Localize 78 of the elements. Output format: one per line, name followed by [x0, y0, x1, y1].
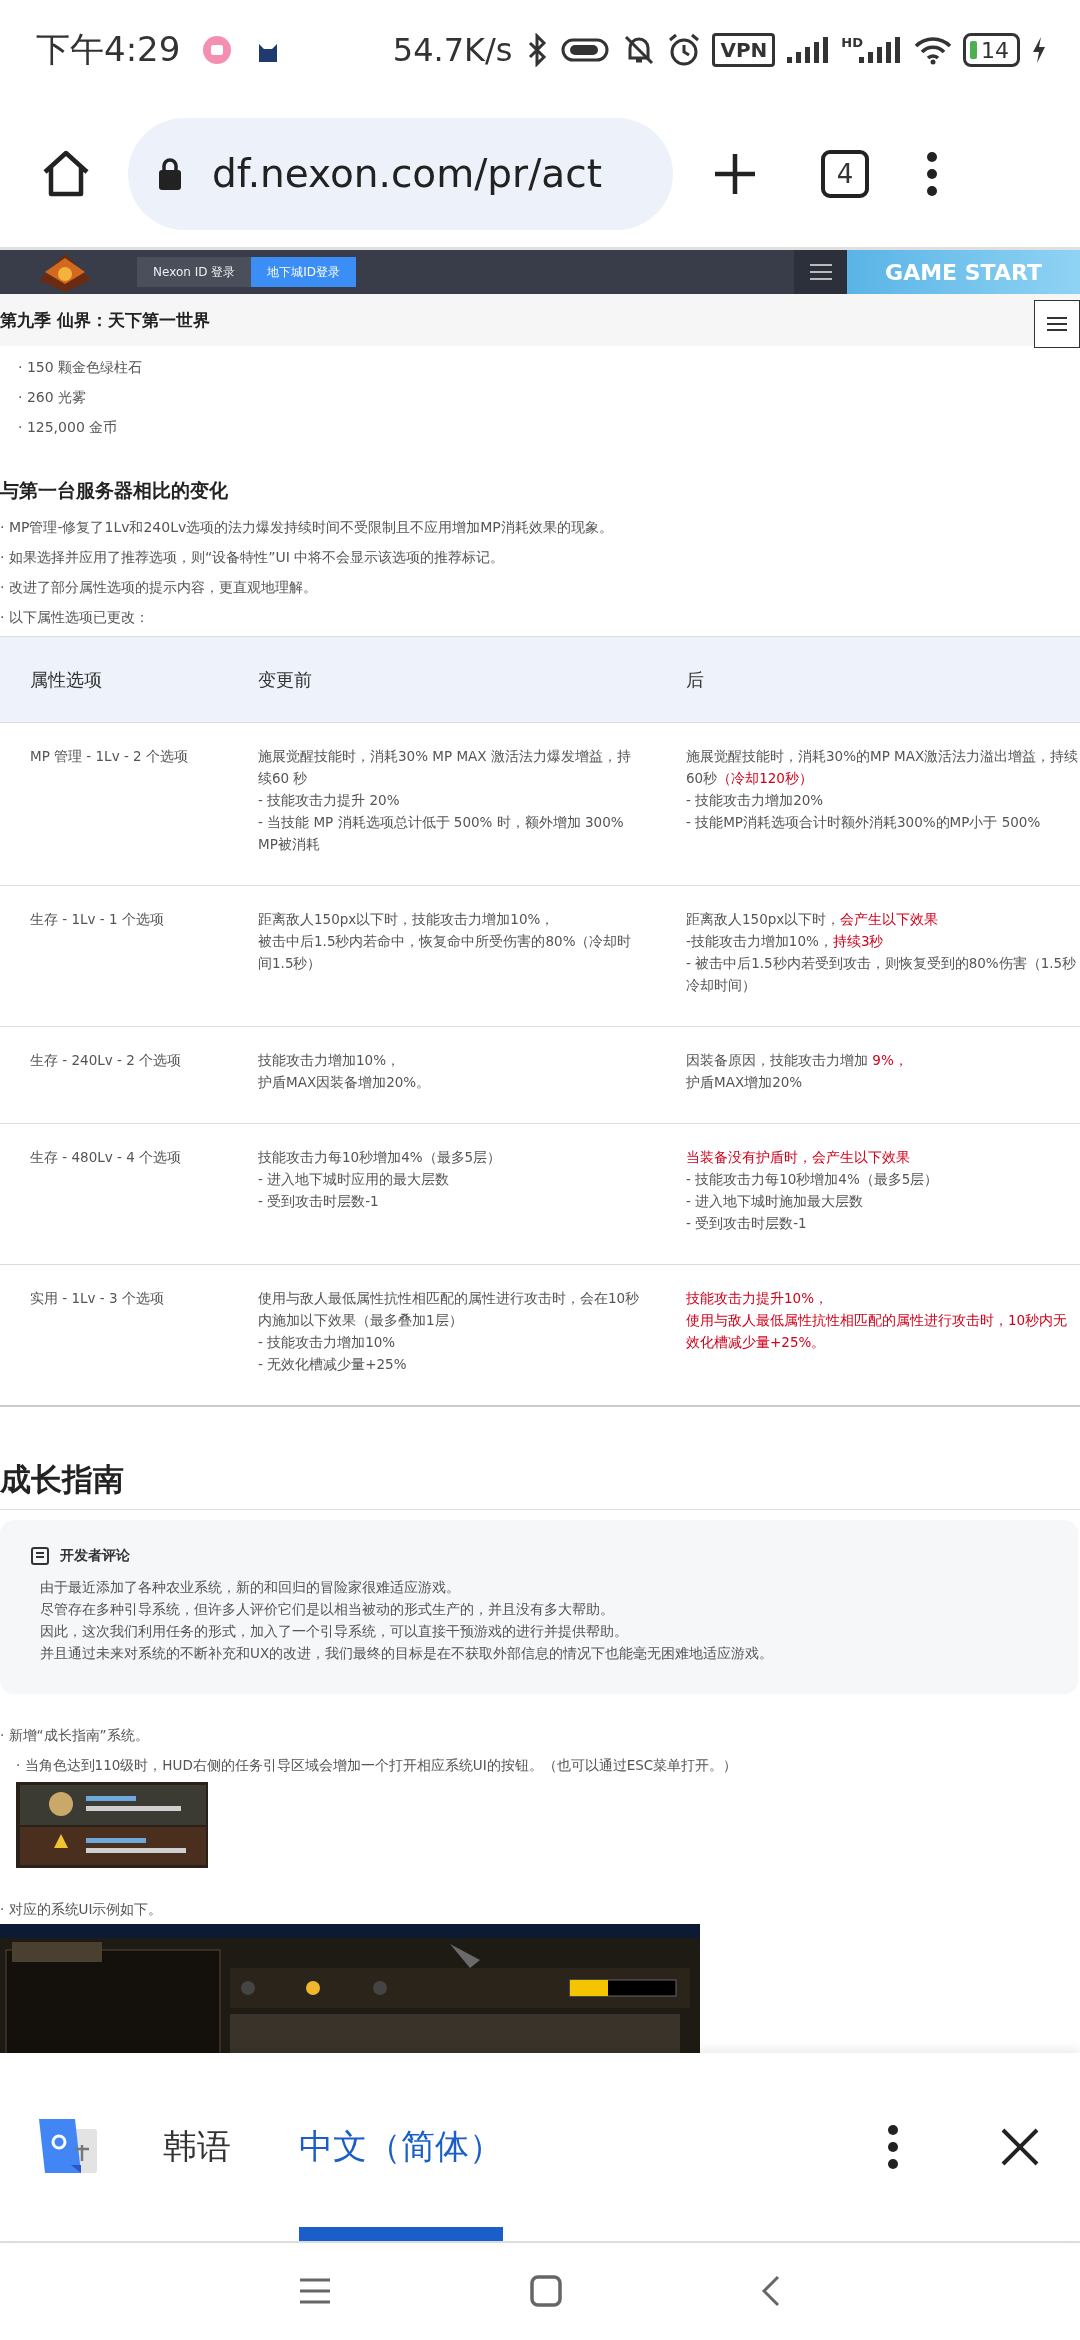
- wifi-icon: [913, 34, 953, 66]
- cell-text: 护盾MAX因装备增加20%。: [258, 1073, 432, 1092]
- cell-text: 使用与敌人最低属性抗性相匹配的属性进行攻击时，会在10秒内施加以下效果（最多叠加1层）: [258, 1289, 641, 1330]
- list-item: · 以下属性选项已更改：: [0, 608, 150, 627]
- network-speed: 54.7K/s: [392, 31, 513, 69]
- cell-text: - 技能攻击力增加20%: [686, 791, 825, 810]
- cell-text: 技能攻击力每10秒增加4%（最多5层）: [258, 1148, 503, 1167]
- list-item: · 新增“成长指南”系统。: [0, 1726, 150, 1745]
- column-header: 变更前: [221, 636, 659, 723]
- cell-text: - 无效化槽减少量+25%: [258, 1355, 408, 1374]
- cell-text: - 受到攻击时层数-1: [258, 1192, 380, 1211]
- cell-text: 技能攻击力提升10%，: [686, 1289, 829, 1308]
- cell-text: MP 管理 - 1Lv - 2 个选项: [30, 747, 189, 766]
- address-bar[interactable]: df.nexon.com/pr/act: [128, 117, 673, 230]
- close-icon[interactable]: [1000, 2127, 1040, 2167]
- column-header: 属性选项: [0, 636, 221, 723]
- hd-label: HD: [841, 35, 863, 50]
- cell-text: 生存 - 480Lv - 4 个选项: [30, 1148, 183, 1167]
- list-item: · 150 颗金色绿柱石: [18, 358, 144, 377]
- charging-icon: [1030, 35, 1048, 65]
- column-header: 后: [659, 636, 1080, 723]
- cell-text: - 进入地下城时应用的最大层数: [258, 1170, 451, 1189]
- menu-icon: [808, 263, 833, 281]
- menu-icon[interactable]: [298, 2276, 333, 2305]
- cell-text: 施展觉醒技能时，消耗30% MP MAX 激活法力爆发增益，持续60 秒: [258, 747, 632, 788]
- cell-text: 生存 - 240Lv - 2 个选项: [30, 1051, 183, 1070]
- comment-text: 尽管存在多种引导系统，但许多人评价它们是以相当被动的形式生产的，并且没有多大帮助。: [40, 1600, 615, 1619]
- more-icon[interactable]: [886, 2123, 900, 2171]
- back-icon[interactable]: [759, 2273, 782, 2308]
- language-tab[interactable]: 韩语: [163, 2053, 231, 2241]
- cell-text: 技能攻击力增加10%，: [258, 1051, 401, 1070]
- language-tab[interactable]: 中文（简体）: [299, 2053, 503, 2241]
- battery-indicator: 14: [963, 33, 1020, 67]
- cell-text: - 受到攻击时层数-1: [686, 1214, 808, 1233]
- cell-text: - 进入地下城时施加最大层数: [686, 1192, 865, 1211]
- cell-text: - 技能MP消耗选项合计时额外消耗300%的MP小于 500%: [686, 813, 1042, 832]
- comment-text: 由于最近添加了各种农业系统，新的和回归的冒险家很难适应游戏。: [40, 1578, 461, 1597]
- comment-text: 因此，这次我们利用任务的形式，加入了一个引导系统，可以直接干预游戏的进行并提供帮助。: [40, 1622, 629, 1641]
- cell-text: 当装备没有护盾时，会产生以下效果: [686, 1148, 911, 1167]
- app-icon: [202, 35, 233, 65]
- list-item: · 125,000 金币: [18, 418, 119, 437]
- cell-text: 实用 - 1Lv - 3 个选项: [30, 1289, 165, 1308]
- cell-text: -技能攻击力增加10%，持续3秒: [686, 932, 885, 951]
- list-item: · MP管理-修复了1Lv和240Lv选项的法力爆发持续时间不受限制且不应用增加MP消耗效果的现象。: [0, 518, 614, 537]
- list-item: · 改进了部分属性选项的提示内容，更直观地理解。: [0, 578, 318, 597]
- cell-text: - 技能攻击力增加10%: [258, 1333, 397, 1352]
- cell-text: 被击中后1.5秒内若命中，恢复命中所受伤害的80%（冷却时间1.5秒）: [258, 932, 633, 973]
- comment-text: 并且通过未来对系统的不断补充和UX的改进，我们最终的目标是在不获取外部信息的情况下也能毫无困难地适应游戏。: [40, 1644, 775, 1663]
- page-title: 第九季 仙界：天下第一世界: [0, 308, 210, 332]
- comment-icon: [30, 1546, 50, 1566]
- section-heading: 与第一台服务器相比的变化: [0, 478, 229, 503]
- cell-text: 护盾MAX增加20%: [686, 1073, 804, 1092]
- card-title: 开发者评论: [60, 1547, 130, 1565]
- clock-time: 下午4:29: [36, 28, 181, 71]
- more-icon[interactable]: [925, 149, 939, 198]
- menu-icon: [1046, 316, 1068, 332]
- cell-text: 施展觉醒技能时，消耗30%的MP MAX激活法力溢出增益，持续60秒（冷却120秒）: [686, 747, 1080, 788]
- tab-count-button[interactable]: 4: [821, 149, 869, 198]
- section-heading: 成长指南: [0, 1459, 1080, 1510]
- list-item: · 260 光雾: [18, 388, 88, 407]
- url-text: df.nexon.com/pr/act: [212, 151, 602, 196]
- cell-text: - 技能攻击力提升 20%: [258, 791, 401, 810]
- cell-text: - 被击中后1.5秒内若受到攻击，则恢复受到的80%伤害（1.5秒冷却时间）: [686, 954, 1078, 995]
- lock-icon: [156, 155, 184, 192]
- cell-text: - 当技能 MP 消耗选项总计低于 500% 时，额外增加 300% MP被消耗: [258, 813, 625, 854]
- cell-text: 使用与敌人最低属性抗性相匹配的属性进行攻击时，10秒内无效化槽减少量+25%。: [686, 1311, 1069, 1352]
- menu-button[interactable]: [794, 250, 847, 294]
- list-item: · 如果选择并应用了推荐选项，则“设备特性”UI 中将不会显示该选项的推荐标记。: [0, 548, 506, 567]
- cell-text: 距离敌人150px以下时，会产生以下效果: [686, 910, 940, 929]
- menu-button[interactable]: [1034, 300, 1080, 348]
- list-item: · 对应的系统UI示例如下。: [0, 1900, 164, 1919]
- cell-text: 因装备原因，技能攻击力增加 9%，: [686, 1051, 909, 1070]
- login-button[interactable]: Nexon ID 登录: [137, 257, 252, 287]
- vpn-badge: VPN: [712, 33, 776, 67]
- cell-text: - 技能攻击力每10秒增加4%（最多5层）: [686, 1170, 940, 1189]
- list-item: · 当角色达到110级时，HUD右侧的任务引导区域会增加一个打开相应系统UI的按钮。（也可以通过ESC菜单打开。）: [15, 1756, 739, 1775]
- cell-text: 距离敌人150px以下时，技能攻击力增加10%，: [258, 910, 556, 929]
- cell-text: 生存 - 1Lv - 1 个选项: [30, 910, 165, 929]
